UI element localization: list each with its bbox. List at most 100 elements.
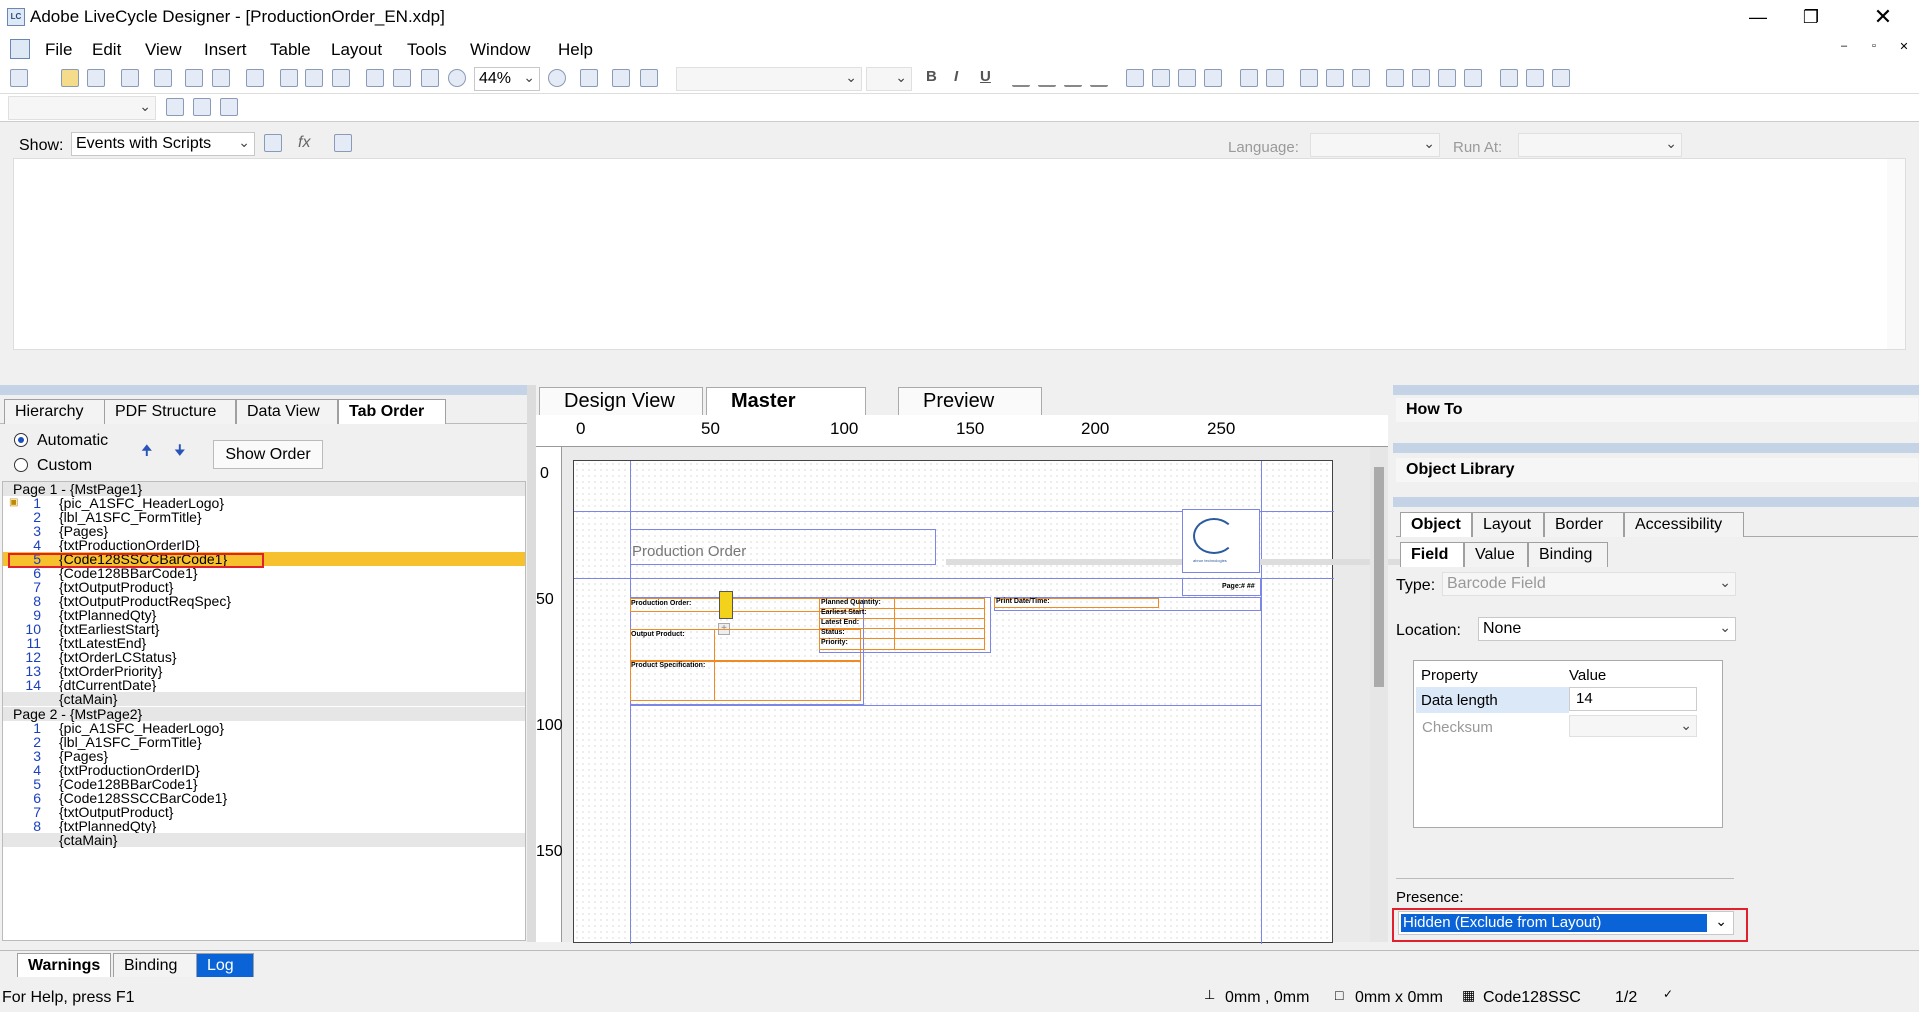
align-objects-right-icon[interactable] bbox=[1152, 69, 1170, 87]
underline-button[interactable]: U bbox=[980, 68, 991, 85]
tree-item[interactable]: 14 {dtCurrentDate} bbox=[3, 678, 525, 692]
tree-item[interactable]: 3 {Pages} bbox=[3, 749, 525, 763]
align-right-icon[interactable] bbox=[1064, 69, 1082, 87]
tab-object[interactable]: Object bbox=[1400, 512, 1472, 537]
tree-group[interactable]: Page 2 - {MstPage2} bbox=[3, 707, 525, 721]
tab-field[interactable]: Field bbox=[1400, 542, 1464, 567]
menu-insert[interactable]: Insert bbox=[204, 40, 247, 60]
tree-item[interactable]: 13 {txtOrderPriority} bbox=[3, 664, 525, 678]
open-icon[interactable] bbox=[61, 69, 79, 87]
tab-design-view[interactable]: Design View bbox=[539, 387, 703, 415]
style-combo[interactable]: ⌄ bbox=[8, 96, 156, 120]
align-vcenter-icon[interactable] bbox=[1240, 69, 1258, 87]
tree-item[interactable]: 8 {txtOutputProductReqSpec} bbox=[3, 594, 525, 608]
checksum-combo[interactable]: ⌄ bbox=[1569, 715, 1697, 737]
new-icon[interactable] bbox=[10, 69, 28, 87]
scroll-thumb[interactable] bbox=[1374, 467, 1384, 687]
group-icon[interactable] bbox=[1386, 69, 1404, 87]
tab-border[interactable]: Border bbox=[1544, 512, 1624, 537]
insert-field-icon[interactable] bbox=[166, 98, 184, 116]
distribute-h-icon[interactable] bbox=[1300, 69, 1318, 87]
tree-item[interactable]: 11 {txtLatestEnd} bbox=[3, 636, 525, 650]
show-order-button[interactable]: Show Order bbox=[213, 440, 323, 469]
tree-item[interactable]: 8 {txtPlannedQty} bbox=[3, 819, 525, 833]
zoom-in-icon[interactable] bbox=[548, 69, 566, 87]
tree-item[interactable]: 2 {lbl_A1SFC_FormTitle} bbox=[3, 735, 525, 749]
tree-item[interactable]: 6 {Code128SSCCBarCode1} bbox=[3, 791, 525, 805]
tree-item[interactable]: 7 {txtOutputProduct} bbox=[3, 580, 525, 594]
tab-accessibility[interactable]: Accessibility bbox=[1624, 512, 1744, 537]
property-grid[interactable]: Property Value Data length 14 Checksum ⌄ bbox=[1413, 660, 1723, 828]
insert-subform-icon[interactable] bbox=[193, 98, 211, 116]
align-objects-top-icon[interactable] bbox=[1178, 69, 1196, 87]
move-down-icon[interactable]: 🠋 bbox=[174, 440, 186, 464]
zoom-out-icon[interactable] bbox=[448, 69, 466, 87]
menu-edit[interactable]: Edit bbox=[92, 40, 121, 60]
design-canvas[interactable]: Production Order abrun technologies Page… bbox=[562, 447, 1536, 944]
tree-item[interactable]: 4 {txtProductionOrderID} bbox=[3, 763, 525, 777]
logo-image[interactable]: abrun technologies bbox=[1182, 509, 1260, 573]
tab-binding[interactable]: Binding bbox=[1528, 542, 1608, 567]
show-combo[interactable]: Events with Scripts ⌄ bbox=[71, 132, 255, 156]
minimize-button[interactable]: — bbox=[1735, 0, 1781, 34]
find-icon[interactable] bbox=[246, 69, 264, 87]
menu-help[interactable]: Help bbox=[558, 40, 593, 60]
data-length-row[interactable]: Data length bbox=[1416, 687, 1569, 713]
font-size-combo[interactable]: ⌄ bbox=[866, 67, 912, 91]
data-length-input[interactable]: 14 bbox=[1569, 687, 1697, 711]
close-button[interactable]: ✕ bbox=[1860, 0, 1906, 34]
tree-item[interactable]: 12 {txtOrderLCStatus} bbox=[3, 650, 525, 664]
location-combo[interactable]: None ⌄ bbox=[1478, 617, 1736, 641]
left-splitter[interactable] bbox=[527, 385, 536, 942]
tab-binding-log[interactable]: Binding bbox=[113, 953, 201, 977]
check-syntax-icon[interactable] bbox=[334, 134, 352, 152]
menu-window[interactable]: Window bbox=[470, 40, 530, 60]
script-editor[interactable] bbox=[13, 158, 1906, 350]
zoom-combo[interactable]: 44% ⌄ bbox=[474, 67, 540, 91]
align-hcenter-icon[interactable] bbox=[1266, 69, 1284, 87]
send-back-icon[interactable] bbox=[1464, 69, 1482, 87]
menu-view[interactable]: View bbox=[145, 40, 182, 60]
move-up-icon[interactable]: 🠉 bbox=[141, 440, 153, 464]
snap-icon[interactable] bbox=[305, 69, 323, 87]
tab-master-pages[interactable]: Master Pages bbox=[706, 387, 866, 435]
tree-item[interactable]: ▣ 1 {pic_A1SFC_HeaderLogo} bbox=[3, 496, 525, 510]
add-icon[interactable] bbox=[580, 69, 598, 87]
tree-item[interactable]: 9 {txtPlannedQty} bbox=[3, 608, 525, 622]
script-list-icon[interactable] bbox=[264, 134, 282, 152]
redo-icon[interactable] bbox=[212, 69, 230, 87]
align-left-icon[interactable] bbox=[1012, 69, 1030, 87]
script-scrollbar[interactable] bbox=[1887, 159, 1905, 349]
mdi-minimize-button[interactable]: – bbox=[1833, 40, 1855, 58]
fit-height-icon[interactable] bbox=[393, 69, 411, 87]
tree-item[interactable]: 5 {Code128BBarCode1} bbox=[3, 777, 525, 791]
custom-radio[interactable] bbox=[14, 458, 28, 472]
tab-tab-order[interactable]: Tab Order bbox=[338, 399, 446, 424]
tree-item[interactable]: {ctaMain} bbox=[3, 833, 525, 847]
bring-front-icon[interactable] bbox=[1438, 69, 1456, 87]
tree-group[interactable]: Page 1 - {MstPage1} bbox=[3, 482, 525, 496]
tree-item[interactable]: 4 {txtProductionOrderID} bbox=[3, 538, 525, 552]
align-center-icon[interactable] bbox=[1038, 69, 1056, 87]
tree-item[interactable]: 3 {Pages} bbox=[3, 524, 525, 538]
tree-item[interactable]: 6 {Code128BBarCode1} bbox=[3, 566, 525, 580]
master-page[interactable]: Production Order abrun technologies Page… bbox=[573, 460, 1536, 944]
tab-warnings[interactable]: Warnings bbox=[17, 953, 111, 977]
same-width-icon[interactable] bbox=[1500, 69, 1518, 87]
align-objects-left-icon[interactable] bbox=[1126, 69, 1144, 87]
functions-icon[interactable]: fx bbox=[298, 134, 310, 152]
barcode-selection[interactable] bbox=[719, 591, 733, 619]
rulers-icon[interactable] bbox=[332, 69, 350, 87]
mdi-restore-button[interactable]: ▫ bbox=[1863, 40, 1885, 58]
canvas-scrollbar[interactable] bbox=[1370, 447, 1388, 942]
validate-icon[interactable] bbox=[612, 69, 630, 87]
language-combo[interactable]: ⌄ bbox=[1310, 133, 1440, 157]
fit-width-icon[interactable] bbox=[421, 69, 439, 87]
tree-item[interactable]: 1 {pic_A1SFC_HeaderLogo} bbox=[3, 721, 525, 735]
spell-icon[interactable]: ✓ bbox=[1663, 987, 1673, 1001]
menu-layout[interactable]: Layout bbox=[331, 40, 382, 60]
type-combo[interactable]: Barcode Field ⌄ bbox=[1442, 572, 1736, 596]
ungroup-icon[interactable] bbox=[1412, 69, 1430, 87]
tree-item[interactable]: {ctaMain} bbox=[3, 692, 525, 706]
tree-item[interactable]: 10 {txtEarliestStart} bbox=[3, 622, 525, 636]
